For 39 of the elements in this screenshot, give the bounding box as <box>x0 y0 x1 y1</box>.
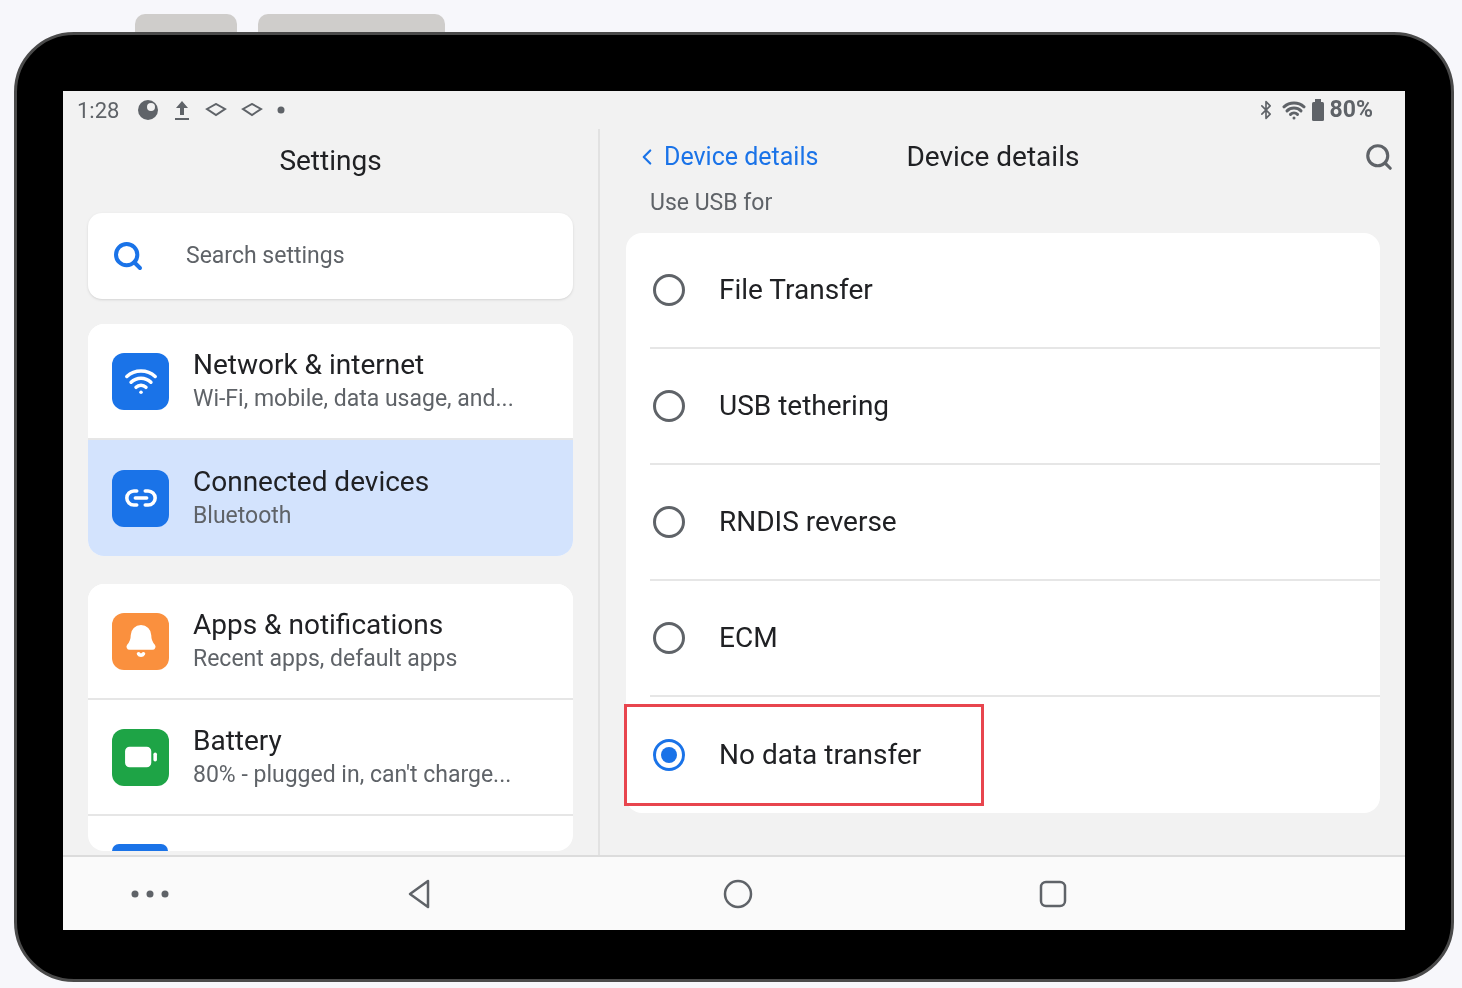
option-label: File Transfer <box>719 272 873 308</box>
radio-button[interactable] <box>653 390 685 422</box>
item-title: Connected devices <box>193 464 430 500</box>
radio-button[interactable] <box>653 622 685 654</box>
back-link[interactable]: Device details <box>634 138 819 176</box>
option-label: No data transfer <box>719 737 922 773</box>
battery-icon <box>1311 99 1324 121</box>
item-subtitle: Wi-Fi, mobile, data usage, and... <box>193 384 514 414</box>
search-input[interactable]: Search settings <box>186 238 486 274</box>
back-icon[interactable] <box>407 878 431 909</box>
radio-button[interactable] <box>653 739 685 771</box>
radio-button[interactable] <box>653 506 685 538</box>
radio-button[interactable] <box>653 274 685 306</box>
upload-icon <box>173 99 192 121</box>
option-label: ECM <box>719 620 778 656</box>
status-time: 1:28 <box>77 96 120 125</box>
item-title: Network & internet <box>193 347 426 383</box>
dot-icon <box>277 106 286 114</box>
settings-title: Settings <box>278 143 383 179</box>
search-field[interactable]: Search settings <box>88 213 573 299</box>
settings-item[interactable]: Connected devices Bluetooth <box>88 440 573 556</box>
data-saver-icon <box>137 99 160 121</box>
option-label: RNDIS reverse <box>719 504 897 540</box>
more-icon[interactable] <box>131 889 169 898</box>
battery-percent: 80% <box>1329 94 1373 125</box>
home-icon[interactable] <box>723 878 753 909</box>
option-label: USB tethering <box>719 388 890 424</box>
item-title: Battery <box>193 723 283 759</box>
recents-icon[interactable] <box>1039 879 1067 908</box>
item-subtitle: Recent apps, default apps <box>193 644 458 674</box>
page-title: Device details <box>906 139 1080 175</box>
item-title: Apps & notifications <box>193 607 445 643</box>
signal-icon <box>205 103 228 117</box>
search-icon[interactable] <box>1364 142 1394 172</box>
signal-icon <box>241 103 264 117</box>
search-icon <box>112 240 144 272</box>
section-label: Use USB for <box>650 188 774 218</box>
item-subtitle: 80% - plugged in, can't charge... <box>193 760 512 790</box>
item-subtitle: Bluetooth <box>193 501 293 531</box>
